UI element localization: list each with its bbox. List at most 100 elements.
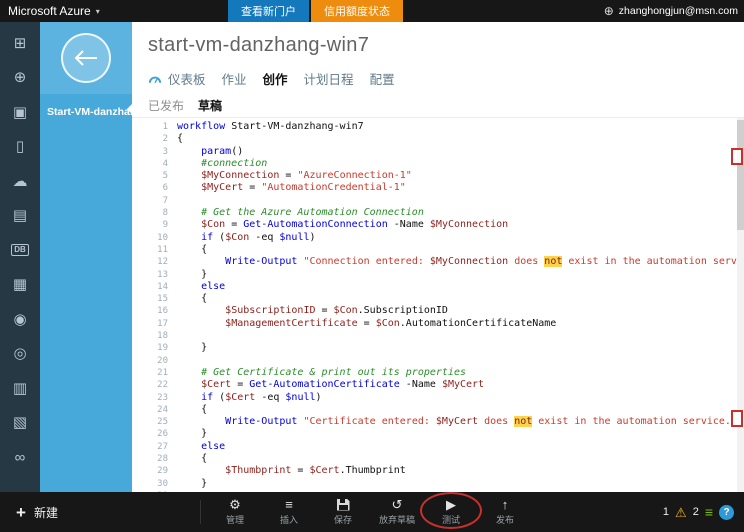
code-line: 6 $MyCert = "AutomationCredential-1" xyxy=(132,182,744,194)
new-button-label: 新建 xyxy=(33,505,58,520)
command-label: 插入 xyxy=(279,515,298,525)
command-label: 保存 xyxy=(333,514,352,525)
virtual-machines-icon: ▣ xyxy=(12,103,28,121)
scheduler-icon: ▥ xyxy=(12,379,28,397)
code-line: 2{ xyxy=(132,133,744,145)
code-line: 27 else xyxy=(132,441,744,453)
subtab-bar: 已发布 草稿 xyxy=(148,97,744,114)
save-floppy-icon xyxy=(336,498,350,511)
line-number: 1 xyxy=(162,122,168,132)
code-line: 26 } xyxy=(132,428,744,440)
annotation-marker-2 xyxy=(731,410,743,427)
line-number: 13 xyxy=(157,269,168,280)
undo-arrow-icon: ↺ xyxy=(391,497,403,512)
web-sites-icon: ⊕ xyxy=(13,69,27,87)
tab-configure[interactable]: 配置 xyxy=(370,69,395,88)
dashboard-gauge-icon xyxy=(148,76,162,84)
code-line: 4 #connection xyxy=(132,158,744,170)
mobile-services-icon[interactable]: ▯ xyxy=(0,130,40,165)
publish-command[interactable]: ↑ 发布 xyxy=(478,492,532,532)
insert-command[interactable]: ≡ 插入 xyxy=(262,492,316,532)
line-number: 9 xyxy=(162,220,168,231)
cloud-services-icon[interactable]: ☁ xyxy=(0,164,40,199)
tab-items: 仪表板 作业 创作 计划日程 配置 xyxy=(168,69,395,88)
manage-command[interactable]: ⚙ 管理 xyxy=(208,492,262,532)
tab-schedule[interactable]: 计划日程 xyxy=(304,69,354,88)
tab-jobs[interactable]: 作业 xyxy=(222,69,247,88)
code-line: 16 $SubscriptionID = $Con.SubscriptionID xyxy=(132,305,744,317)
credit-status-button[interactable]: 信用额度状态 xyxy=(311,0,403,22)
code-line: 21 # Get Certificate & print out its pro… xyxy=(132,367,744,379)
virtual-machines-icon[interactable]: ▣ xyxy=(0,95,40,130)
code-line: 12 Write-Output "Connection entered: $My… xyxy=(132,256,744,268)
runbook-name[interactable]: Start-VM-danzha... xyxy=(40,102,132,122)
visual-studio-icon: ∞ xyxy=(14,448,26,466)
line-number: 14 xyxy=(157,281,168,292)
all-items-icon[interactable]: ⊞ xyxy=(0,26,40,61)
service-bus-icon[interactable]: ◎ xyxy=(0,337,40,372)
line-number: 25 xyxy=(157,417,168,428)
line-number: 10 xyxy=(157,232,168,243)
storage-icon[interactable]: ▦ xyxy=(0,268,40,303)
tab-author[interactable]: 创作 xyxy=(263,69,288,88)
media-services-icon[interactable]: ◉ xyxy=(0,302,40,337)
scheduler-icon[interactable]: ▥ xyxy=(0,371,40,406)
command-label: 测试 xyxy=(441,515,460,525)
line-number: 28 xyxy=(157,454,168,465)
page-title: start-vm-danzhang-win7 xyxy=(148,34,370,56)
line-number: 6 xyxy=(162,183,168,194)
cloud-services-icon: ☁ xyxy=(12,172,28,190)
test-command[interactable]: ▶ 测试 xyxy=(424,492,478,532)
nav-panel-header xyxy=(40,22,132,94)
line-number: 15 xyxy=(157,294,168,305)
web-sites-icon[interactable]: ⊕ xyxy=(0,61,40,96)
line-number: 5 xyxy=(162,171,168,182)
azure-logo[interactable]: Microsoft Azure xyxy=(8,4,91,18)
status-area: 1 ⚠ 2 ≡ ? xyxy=(663,492,734,532)
globe-icon: ⊕ xyxy=(603,4,614,18)
batch-services-icon: ▤ xyxy=(12,207,28,225)
discard-draft-command[interactable]: ↺ 放弃草稿 xyxy=(370,492,424,532)
sql-database-icon[interactable]: DB xyxy=(0,233,40,268)
code-line: 20 xyxy=(132,355,744,367)
sql-database-icon: DB xyxy=(11,244,29,257)
line-number: 2 xyxy=(162,134,168,145)
warning-count[interactable]: 1 xyxy=(663,506,669,518)
line-number: 20 xyxy=(157,355,168,366)
code-line: 25 Write-Output "Certificate entered: $M… xyxy=(132,416,744,428)
line-number: 7 xyxy=(162,195,168,206)
code-line: 5 $MyConnection = "AzureConnection-1" xyxy=(132,170,744,182)
wrench-icon: ⚙ xyxy=(229,497,241,512)
view-new-portal-button[interactable]: 查看新门户 xyxy=(228,0,309,22)
info-count[interactable]: 2 xyxy=(693,506,699,518)
code-editor[interactable]: 1 workflow Start-VM-danzhang-win7 2{3 para… xyxy=(132,117,744,492)
save-command[interactable]: 保存 xyxy=(316,492,370,532)
back-button[interactable] xyxy=(61,33,111,83)
subtab-draft[interactable]: 草稿 xyxy=(198,97,222,114)
new-button[interactable]: + 新建 xyxy=(0,492,74,532)
back-arrow-icon xyxy=(74,50,97,66)
account-menu[interactable]: ⊕ zhanghongjun@msn.com xyxy=(604,0,738,22)
command-label: 管理 xyxy=(225,515,244,525)
editor-scrollbar[interactable] xyxy=(737,118,744,492)
batch-services-icon[interactable]: ▤ xyxy=(0,199,40,234)
warning-triangle-icon: ⚠ xyxy=(675,504,687,520)
line-number: 30 xyxy=(157,478,168,489)
nav-panel: Start-VM-danzha... xyxy=(40,22,132,492)
command-bar-divider xyxy=(200,500,201,524)
tab-dashboard[interactable]: 仪表板 xyxy=(168,69,206,88)
subtab-published[interactable]: 已发布 xyxy=(148,97,184,114)
line-number: 3 xyxy=(162,146,168,157)
code-line: 11 { xyxy=(132,244,744,256)
code-line: 22 $Cert = Get-AutomationCertificate -Na… xyxy=(132,379,744,391)
help-button[interactable]: ? xyxy=(719,504,734,520)
code-line: 10 if ($Con -eq $null) xyxy=(132,232,744,244)
line-number: 11 xyxy=(157,244,168,255)
visual-studio-icon[interactable]: ∞ xyxy=(0,440,40,475)
chevron-down-icon[interactable]: ▾ xyxy=(96,7,100,16)
main-content: start-vm-danzhang-win7 仪表板 作业 创作 计划日程 配置 已发布… xyxy=(132,22,744,492)
bi-icon[interactable]: ▧ xyxy=(0,406,40,441)
scrollbar-thumb[interactable] xyxy=(737,120,744,230)
line-number: 26 xyxy=(157,429,168,440)
account-email: zhanghongjun@msn.com xyxy=(618,5,738,17)
